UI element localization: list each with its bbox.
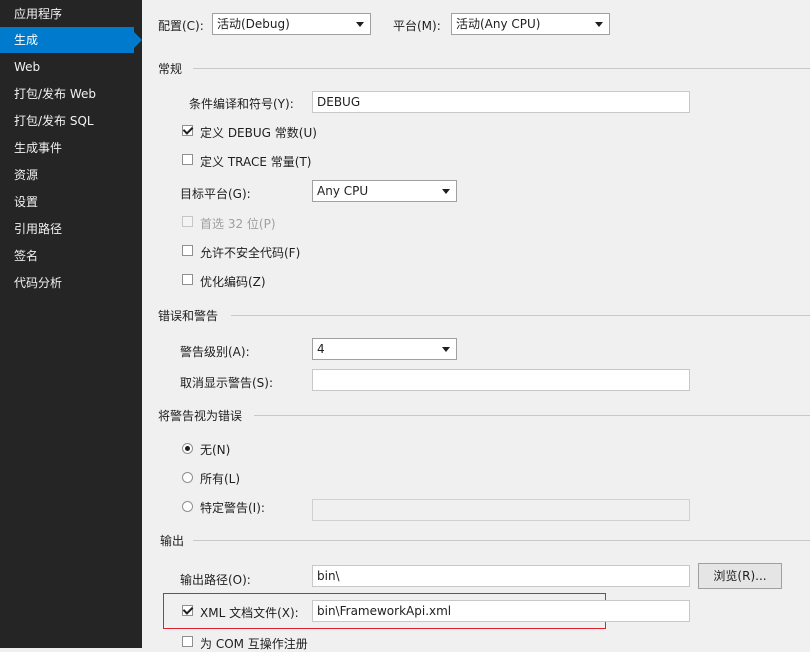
sidebar-item-package-sql[interactable]: 打包/发布 SQL (0, 108, 142, 134)
treat-warnings-specific-radio[interactable] (182, 501, 193, 512)
warning-level-select[interactable]: 4 (312, 338, 457, 360)
platform-value: 活动(Any CPU) (456, 17, 541, 31)
define-trace-label: 定义 TRACE 常量(T) (200, 155, 312, 169)
output-path-input[interactable]: bin\ (312, 565, 690, 587)
treat-warnings-all-label: 所有(L) (200, 472, 241, 486)
treat-warnings-none-label: 无(N) (200, 443, 231, 457)
section-title-errors: 错误和警告 (158, 309, 219, 323)
unsafe-checkbox[interactable] (182, 245, 193, 256)
sidebar-item-resources[interactable]: 资源 (0, 162, 142, 188)
config-label: 配置(C): (158, 19, 204, 33)
section-title-general: 常规 (158, 62, 183, 76)
unsafe-label: 允许不安全代码(F) (200, 246, 301, 260)
section-divider (193, 68, 810, 69)
section-divider (254, 415, 810, 416)
browse-button[interactable]: 浏览(R)... (698, 563, 782, 589)
chevron-down-icon (442, 347, 450, 352)
sidebar-item-build-events[interactable]: 生成事件 (0, 135, 142, 161)
sidebar-item-settings[interactable]: 设置 (0, 189, 142, 215)
xml-doc-label: XML 文档文件(X): (200, 606, 299, 620)
target-platform-select[interactable]: Any CPU (312, 180, 457, 202)
define-trace-checkbox[interactable] (182, 154, 193, 165)
chevron-down-icon (442, 189, 450, 194)
chevron-down-icon (595, 22, 603, 27)
define-debug-checkbox[interactable] (182, 125, 193, 136)
optimize-label: 优化编码(Z) (200, 275, 266, 289)
suppress-warnings-label: 取消显示警告(S): (180, 376, 274, 390)
platform-label: 平台(M): (393, 19, 441, 33)
target-platform-value: Any CPU (317, 184, 369, 198)
config-value: 活动(Debug) (217, 17, 290, 31)
com-interop-checkbox[interactable] (182, 636, 193, 647)
com-interop-label: 为 COM 互操作注册 (200, 637, 308, 651)
prefer32-label: 首选 32 位(P) (200, 217, 276, 231)
treat-warnings-all-radio[interactable] (182, 472, 193, 483)
warning-level-value: 4 (317, 342, 325, 356)
output-path-label: 输出路径(O): (180, 573, 251, 587)
build-settings-panel: 配置(C): 活动(Debug) 平台(M): 活动(Any CPU) 常规 条… (142, 0, 810, 651)
symbols-input[interactable]: DEBUG (312, 91, 690, 113)
optimize-checkbox[interactable] (182, 274, 193, 285)
config-select[interactable]: 活动(Debug) (212, 13, 371, 35)
sidebar-item-build[interactable]: 生成 (0, 27, 142, 53)
treat-warnings-specific-label: 特定警告(I): (200, 501, 265, 515)
section-title-treat-warnings: 将警告视为错误 (158, 409, 243, 423)
section-title-output: 输出 (160, 534, 185, 548)
section-divider (231, 315, 810, 316)
define-debug-label: 定义 DEBUG 常数(U) (200, 126, 317, 140)
symbols-label: 条件编译和符号(Y): (189, 97, 294, 111)
sidebar-item-code-analysis[interactable]: 代码分析 (0, 270, 142, 296)
treat-warnings-none-radio[interactable] (182, 443, 193, 454)
xml-doc-checkbox[interactable] (182, 605, 193, 616)
platform-select[interactable]: 活动(Any CPU) (451, 13, 610, 35)
suppress-warnings-input[interactable] (312, 369, 690, 391)
specific-warnings-input[interactable] (312, 499, 690, 521)
target-platform-label: 目标平台(G): (180, 187, 251, 201)
warning-level-label: 警告级别(A): (180, 345, 250, 359)
chevron-down-icon (356, 22, 364, 27)
section-divider (193, 540, 810, 541)
sidebar: 应用程序 生成 Web 打包/发布 Web 打包/发布 SQL 生成事件 资源 … (0, 0, 142, 648)
xml-doc-input[interactable]: bin\FrameworkApi.xml (312, 600, 690, 622)
sidebar-item-reference-paths[interactable]: 引用路径 (0, 216, 142, 242)
sidebar-item-web[interactable]: Web (0, 54, 142, 80)
prefer32-checkbox[interactable] (182, 216, 193, 227)
sidebar-item-package-web[interactable]: 打包/发布 Web (0, 81, 142, 107)
sidebar-item-application[interactable]: 应用程序 (0, 1, 142, 27)
sidebar-item-signing[interactable]: 签名 (0, 243, 142, 269)
